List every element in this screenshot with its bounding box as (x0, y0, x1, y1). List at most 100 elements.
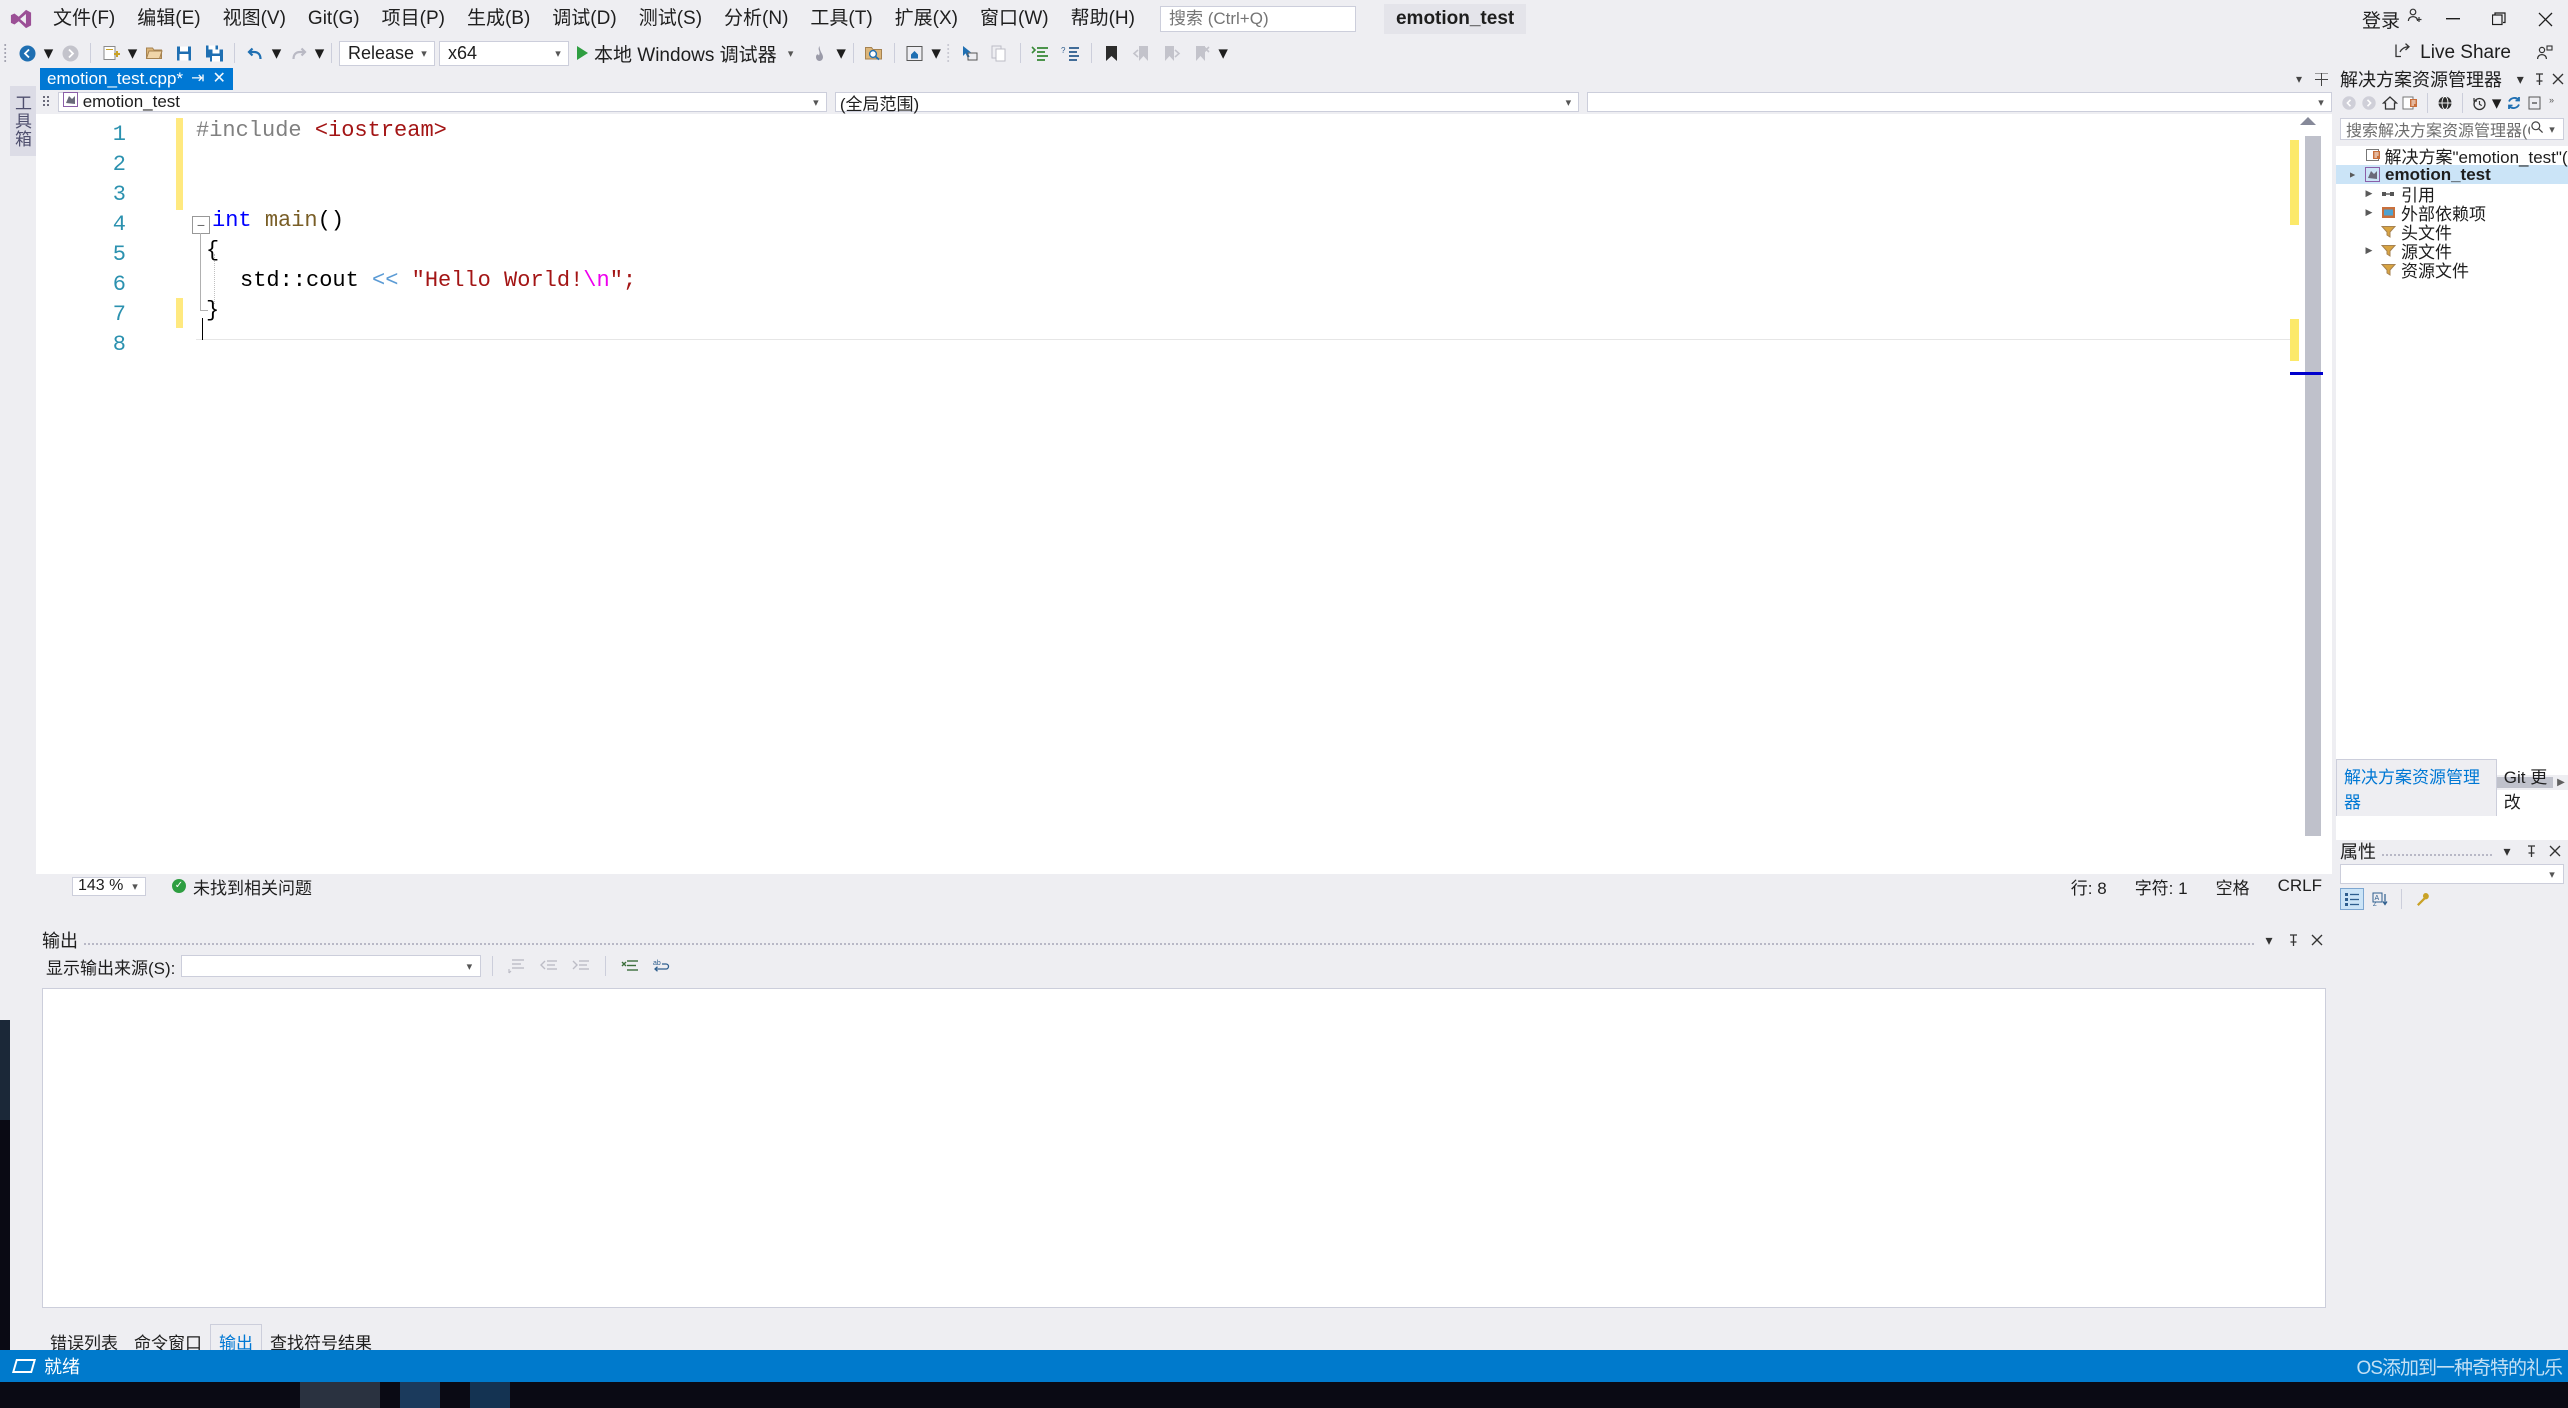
property-pages-icon[interactable] (2411, 888, 2435, 910)
tree-expander-source-files[interactable]: ▶ (2362, 245, 2376, 256)
menu-item-git[interactable]: Git(G) (297, 4, 371, 34)
alphabetical-view-icon[interactable]: AZ (2368, 888, 2392, 910)
undo-icon[interactable] (240, 40, 270, 66)
global-search-input[interactable] (1166, 8, 1392, 30)
tree-row-solution[interactable]: 解决方案"emotion_test"(1 个项目/共 (2336, 146, 2568, 167)
solution-explorer-home-dropdown-icon[interactable]: ▾ (930, 40, 943, 66)
se-collapse-all-icon[interactable] (2526, 92, 2544, 114)
toolbar-grip[interactable] (0, 38, 12, 68)
output-close-icon[interactable] (2308, 931, 2326, 949)
line-ending-indicator[interactable]: CRLF (2278, 876, 2322, 896)
menu-item-help[interactable]: 帮助(H) (1060, 4, 1146, 34)
output-menu-chevron-icon[interactable]: ▾ (2260, 931, 2278, 949)
menu-item-edit[interactable]: 编辑(E) (126, 4, 211, 34)
se-search-options-icon[interactable]: ▾ (2544, 123, 2560, 136)
uncomment-lines-icon[interactable]: ? (1056, 40, 1086, 66)
menu-item-debug[interactable]: 调试(D) (541, 4, 627, 34)
editor-zoom-combo[interactable]: 143 % ▾ (72, 876, 146, 896)
active-files-chevron-icon[interactable]: ▾ (2290, 69, 2308, 89)
toolbar-grip-2[interactable] (943, 38, 955, 68)
comment-lines-icon[interactable] (1026, 40, 1056, 66)
categorized-view-icon[interactable] (2340, 888, 2364, 910)
chevron-down-icon-3[interactable]: ▾ (783, 47, 799, 60)
new-project-dropdown-icon[interactable]: ▾ (126, 40, 139, 66)
solution-explorer-search[interactable]: 搜索解决方案资源管理器(Ctrl+;) ▾ (2340, 118, 2564, 140)
tree-row-external-dependencies[interactable]: ▶ 外部依赖项 (2336, 203, 2568, 224)
editor-vertical-scrollbar[interactable] (2290, 114, 2332, 874)
close-pane-icon[interactable] (2552, 70, 2565, 88)
new-project-icon[interactable] (96, 40, 126, 66)
scrollbar-track[interactable] (2305, 136, 2321, 836)
tree-row-resource-files[interactable]: 资源文件 (2336, 260, 2568, 281)
collapse-region-icon[interactable]: − (192, 216, 210, 234)
menu-item-build[interactable]: 生成(B) (456, 4, 541, 34)
sign-in-button[interactable]: 登录 (2356, 6, 2430, 33)
solution-explorer-home-icon[interactable] (900, 40, 930, 66)
menu-item-analyze[interactable]: 分析(N) (713, 4, 799, 34)
close-icon[interactable]: ✕ (213, 71, 226, 87)
toggle-word-wrap-icon[interactable]: ab (649, 954, 675, 978)
tab-git-changes[interactable]: Git 更改 (2497, 760, 2568, 816)
pane-menu-chevron-icon[interactable]: ▾ (2514, 70, 2527, 88)
output-pin-icon[interactable] (2284, 931, 2302, 949)
indentation-indicator[interactable]: 空格 (2216, 874, 2250, 899)
menu-item-window[interactable]: 窗口(W) (969, 4, 1060, 34)
se-pending-changes-icon[interactable] (2402, 92, 2420, 114)
save-icon[interactable] (169, 40, 199, 66)
taskbar-active-window-strip[interactable] (300, 1382, 380, 1408)
navbar-member-combo[interactable]: ▾ (1587, 92, 2332, 112)
search-icon-se[interactable] (2530, 120, 2544, 139)
tree-expander-project[interactable]: ▲ (2348, 168, 2358, 182)
menu-item-project[interactable]: 项目(P) (371, 4, 456, 34)
se-history-dropdown-icon[interactable]: ▾ (2491, 90, 2502, 116)
minimize-button[interactable] (2430, 0, 2476, 38)
taskbar-item-2[interactable] (400, 1382, 440, 1408)
find-in-files-icon[interactable] (859, 40, 889, 66)
clear-output-icon[interactable] (617, 954, 643, 978)
menu-item-extensions[interactable]: 扩展(X) (884, 4, 969, 34)
navbar-grip[interactable] (36, 90, 58, 114)
se-overflow-icon[interactable]: » (2546, 92, 2564, 114)
output-source-combo[interactable]: ▾ (181, 955, 482, 977)
code-editor-surface[interactable]: 1 2 3 4 5 6 7 8 − #include <iostream> in… (36, 114, 2332, 874)
live-share-button[interactable]: Live Share (2386, 39, 2519, 68)
solution-configuration-combo[interactable]: Release ▾ (339, 40, 435, 66)
tree-expander-references[interactable]: ▶ (2362, 188, 2376, 199)
navbar-scope-combo[interactable]: (全局范围) ▾ (834, 92, 1580, 114)
select-tool-icon[interactable] (955, 40, 985, 66)
toolbar-overflow-icon[interactable]: ▾ (1217, 40, 1230, 66)
solution-tree[interactable]: 解决方案"emotion_test"(1 个项目/共 ▲ emotion_tes… (2336, 146, 2568, 846)
se-show-all-files-icon[interactable] (2436, 92, 2454, 114)
close-button[interactable] (2522, 0, 2568, 38)
tree-expander-external-deps[interactable]: ▶ (2362, 207, 2376, 218)
pin-icon[interactable]: ⇥ (191, 71, 204, 87)
open-file-icon[interactable] (139, 40, 169, 66)
global-search-box[interactable] (1159, 6, 1407, 32)
editor-horizontal-scrollbar[interactable] (36, 858, 2332, 874)
start-debugging-button[interactable]: 本地 Windows 调试器 ▾ (571, 40, 805, 66)
se-refresh-icon[interactable] (2505, 92, 2523, 114)
properties-object-combo[interactable]: ▾ (2340, 864, 2564, 884)
navigate-backward-dropdown-icon[interactable]: ▾ (42, 40, 55, 66)
menu-item-tools[interactable]: 工具(T) (799, 4, 883, 34)
save-all-icon[interactable] (199, 40, 229, 66)
output-text-area[interactable] (42, 988, 2326, 1308)
tab-solution-explorer[interactable]: 解决方案资源管理器 (2336, 759, 2497, 816)
toggle-bookmark-icon[interactable] (1097, 40, 1127, 66)
document-tab-emotion-test-cpp[interactable]: emotion_test.cpp* ⇥ ✕ (40, 68, 233, 90)
pin-pane-icon[interactable] (2533, 70, 2546, 88)
toolbox-tab[interactable]: 工具箱 (10, 86, 36, 156)
properties-close-icon[interactable] (2546, 842, 2564, 860)
menu-item-view[interactable]: 视图(V) (212, 4, 297, 34)
se-home-icon[interactable] (2381, 92, 2399, 114)
split-view-icon[interactable] (2312, 69, 2330, 89)
se-pending-history-icon[interactable] (2470, 92, 2488, 114)
menu-item-file[interactable]: 文件(F) (42, 4, 126, 34)
solution-platform-combo[interactable]: x64 ▾ (439, 40, 569, 66)
menu-item-test[interactable]: 测试(S) (628, 4, 713, 34)
maximize-button[interactable] (2476, 0, 2522, 38)
navigate-backward-icon[interactable] (12, 40, 42, 66)
taskbar-item-3[interactable] (470, 1382, 510, 1408)
properties-pin-icon[interactable] (2522, 842, 2540, 860)
undo-dropdown-icon[interactable]: ▾ (270, 40, 283, 66)
